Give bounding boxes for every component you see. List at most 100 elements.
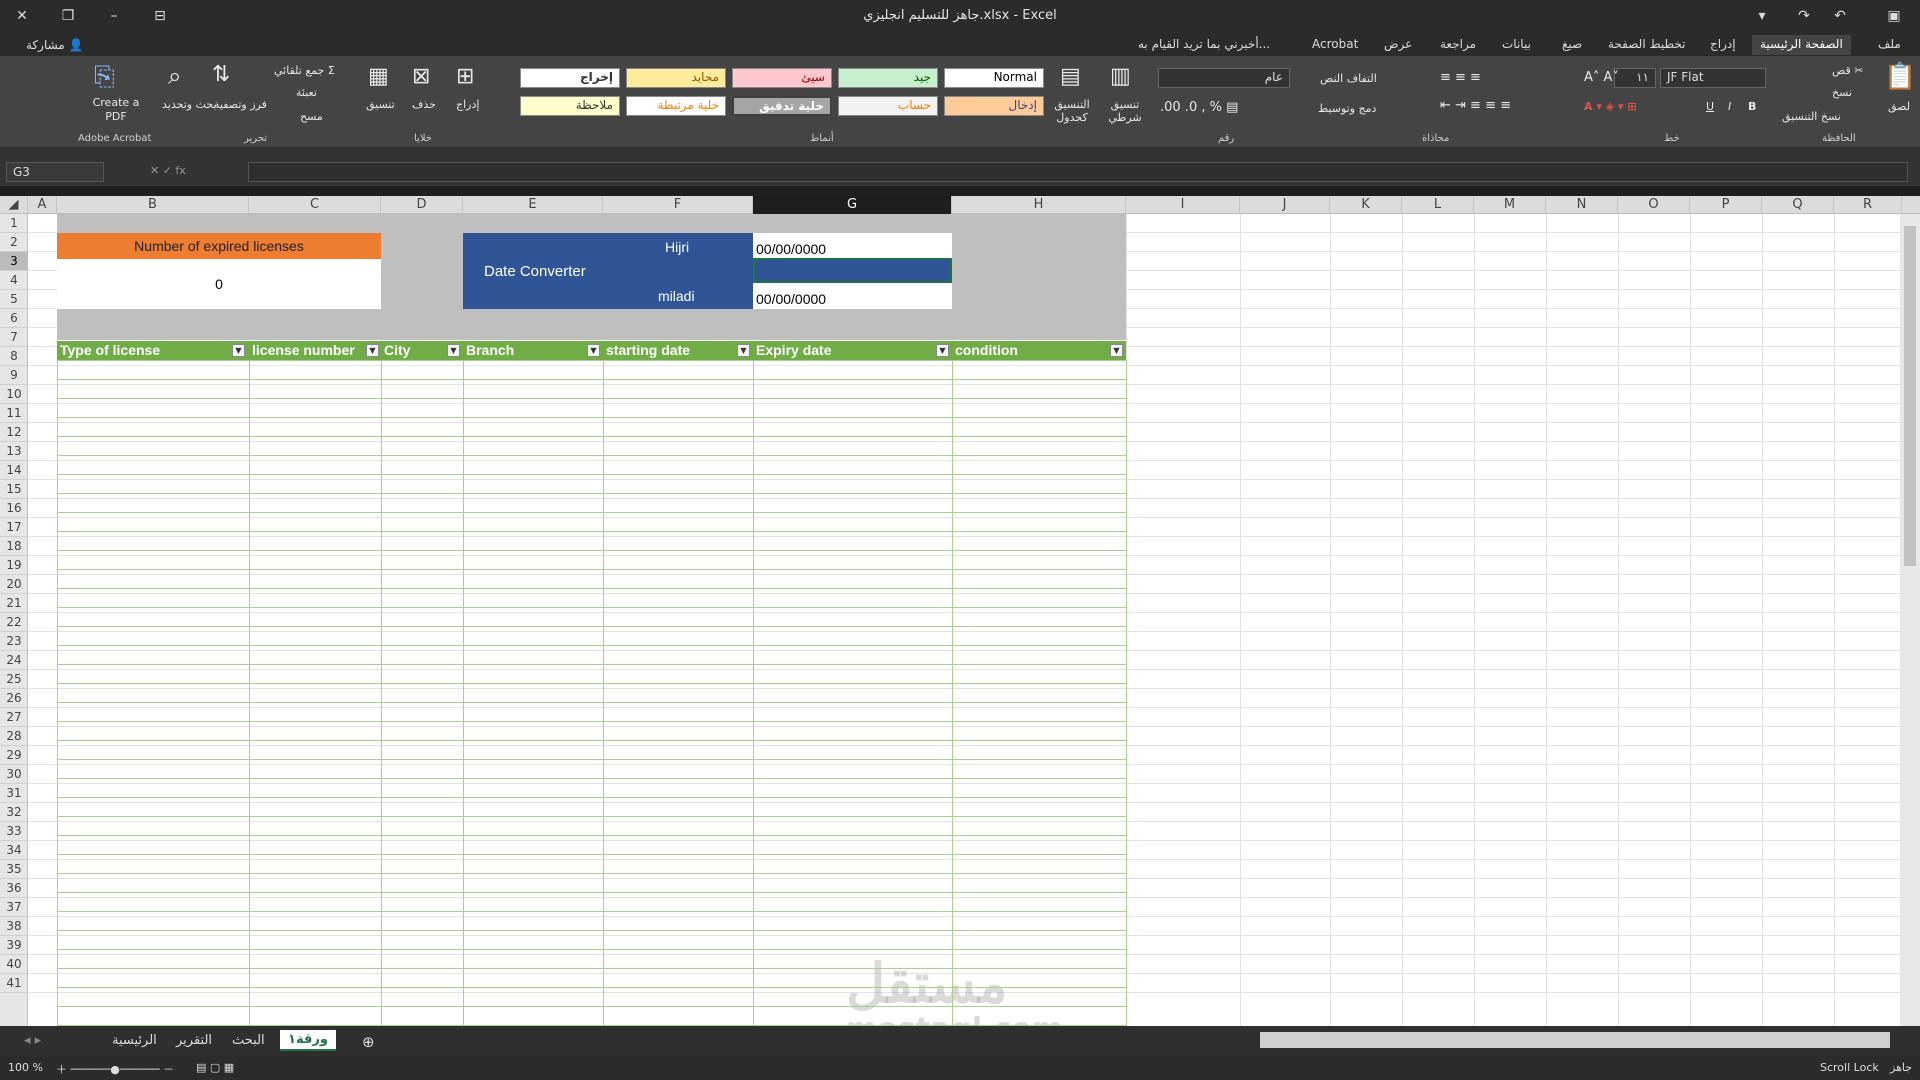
col-K[interactable]: K	[1330, 196, 1402, 214]
col-F[interactable]: F	[603, 196, 753, 214]
font-name-select[interactable]: JF Flat	[1660, 68, 1766, 88]
row-6[interactable]: 6	[0, 309, 28, 328]
miladi-value[interactable]: 00/00/0000	[753, 283, 952, 309]
row-21[interactable]: 21	[0, 594, 28, 613]
col-E[interactable]: E	[463, 196, 603, 214]
col-G[interactable]: G	[753, 196, 952, 214]
tab-view[interactable]: عرض	[1376, 35, 1420, 55]
row-13[interactable]: 13	[0, 442, 28, 461]
style-neutral[interactable]: محايد	[626, 68, 726, 88]
col-O[interactable]: O	[1618, 196, 1690, 214]
th-condition[interactable]: condition	[952, 341, 1126, 360]
name-box[interactable]: G3	[6, 162, 104, 182]
col-A[interactable]: A	[28, 196, 57, 214]
style-note[interactable]: ملاحظة	[520, 96, 620, 116]
add-sheet-icon[interactable]: ⊕	[362, 1033, 375, 1051]
autosum-button[interactable]: جمع تلقائي Σ	[274, 64, 335, 77]
row-16[interactable]: 16	[0, 499, 28, 518]
formula-input[interactable]	[248, 162, 1908, 182]
save-icon[interactable]: ▣	[1880, 4, 1908, 28]
zoom-slider[interactable]: ＋ ──────●────── －	[56, 1061, 174, 1077]
row-40[interactable]: 40	[0, 955, 28, 974]
tab-scroll-left-icon[interactable]: ◂ ▸	[24, 1033, 41, 1048]
number-format-icons[interactable]: .00 .0 , % ▤	[1160, 100, 1238, 115]
col-C[interactable]: C	[249, 196, 381, 214]
paste-button[interactable]: لصق	[1888, 100, 1910, 113]
filter-dropdown-icon[interactable]: ▼	[447, 344, 460, 357]
col-B[interactable]: B	[57, 196, 249, 214]
customize-qat-icon[interactable]: ▾	[1748, 4, 1776, 28]
row-30[interactable]: 30	[0, 765, 28, 784]
row-22[interactable]: 22	[0, 613, 28, 632]
col-R[interactable]: R	[1834, 196, 1902, 214]
vertical-scroll-thumb[interactable]	[1904, 226, 1916, 566]
row-12[interactable]: 12	[0, 423, 28, 442]
filter-dropdown-icon[interactable]: ▼	[232, 344, 245, 357]
tab-data[interactable]: بيانات	[1494, 35, 1539, 55]
style-output[interactable]: إخراج	[520, 68, 620, 88]
tab-review[interactable]: مراجعة	[1432, 35, 1484, 55]
tab-insert[interactable]: إدراج	[1702, 35, 1744, 55]
row-17[interactable]: 17	[0, 518, 28, 537]
row-11[interactable]: 11	[0, 404, 28, 423]
alignment-icons[interactable]: ≡ ≡ ≡	[1440, 70, 1481, 85]
row-9[interactable]: 9	[0, 366, 28, 385]
filter-dropdown-icon[interactable]: ▼	[1110, 344, 1123, 357]
row-38[interactable]: 38	[0, 917, 28, 936]
col-N[interactable]: N	[1546, 196, 1618, 214]
format-painter-button[interactable]: نسخ التنسيق	[1782, 110, 1841, 123]
view-mode-icons[interactable]: ▤ ▢ ▦	[196, 1061, 234, 1074]
row-26[interactable]: 26	[0, 689, 28, 708]
formula-buttons[interactable]: ✕ ✓ fx	[150, 164, 186, 177]
tab-home[interactable]: الصفحة الرئيسية	[1752, 35, 1851, 55]
merge-center-button[interactable]: دمج وتوسيط	[1318, 102, 1376, 115]
font-size-select[interactable]: ١١	[1614, 68, 1656, 88]
row-28[interactable]: 28	[0, 727, 28, 746]
expired-value[interactable]: 0	[57, 259, 381, 309]
underline-button[interactable]: U	[1706, 100, 1714, 113]
row-39[interactable]: 39	[0, 936, 28, 955]
row-29[interactable]: 29	[0, 746, 28, 765]
wrap-text-button[interactable]: التفاف النص	[1320, 72, 1377, 85]
row-2[interactable]: 2	[0, 233, 28, 252]
font-color-icon[interactable]: A ▾ ◈ ▾ ⊞	[1584, 100, 1637, 113]
bold-button[interactable]: B	[1748, 100, 1756, 113]
create-pdf-button[interactable]: Create a PDF	[92, 96, 140, 124]
filter-dropdown-icon[interactable]: ▼	[936, 344, 949, 357]
row-23[interactable]: 23	[0, 632, 28, 651]
th-expiry-date[interactable]: Expiry date	[753, 341, 952, 360]
row-41[interactable]: 41	[0, 974, 28, 993]
style-normal[interactable]: Normal	[944, 68, 1044, 88]
font-size-grow-icon[interactable]: A˄ A˅	[1584, 70, 1619, 85]
clear-button[interactable]: مسح	[300, 110, 323, 123]
sheet-tab-sheet1[interactable]: ورقة١	[280, 1030, 336, 1051]
col-H[interactable]: H	[952, 196, 1126, 214]
sheet-tab-report[interactable]: التقرير	[176, 1033, 212, 1048]
row-7[interactable]: 7	[0, 328, 28, 347]
col-M[interactable]: M	[1474, 196, 1546, 214]
row-36[interactable]: 36	[0, 879, 28, 898]
row-25[interactable]: 25	[0, 670, 28, 689]
style-input[interactable]: إدخال	[944, 96, 1044, 116]
col-I[interactable]: I	[1126, 196, 1240, 214]
copy-button[interactable]: نسخ	[1832, 86, 1852, 99]
th-branch[interactable]: Branch	[463, 341, 603, 360]
th-starting-date[interactable]: starting date	[603, 341, 753, 360]
tell-me-box[interactable]: أخبرني بما تريد القيام به...	[1130, 35, 1278, 55]
share-button[interactable]: مشاركة 👤	[18, 36, 92, 56]
conditional-format-button[interactable]: تنسيق شرطي	[1100, 98, 1150, 124]
row-14[interactable]: 14	[0, 461, 28, 480]
number-format-select[interactable]: عام	[1158, 68, 1290, 88]
find-select-button[interactable]: بحث وتحديد	[162, 98, 217, 111]
row-24[interactable]: 24	[0, 651, 28, 670]
col-P[interactable]: P	[1690, 196, 1762, 214]
hijri-value[interactable]: 00/00/0000	[753, 233, 952, 258]
row-20[interactable]: 20	[0, 575, 28, 594]
row-10[interactable]: 10	[0, 385, 28, 404]
row-37[interactable]: 37	[0, 898, 28, 917]
sort-filter-button[interactable]: فرز وتصفية	[214, 98, 267, 111]
col-J[interactable]: J	[1240, 196, 1330, 214]
zoom-level[interactable]: 100 %	[8, 1061, 43, 1074]
sheet-tab-search[interactable]: البحث	[232, 1033, 265, 1048]
fill-button[interactable]: تعبئة	[296, 86, 317, 99]
